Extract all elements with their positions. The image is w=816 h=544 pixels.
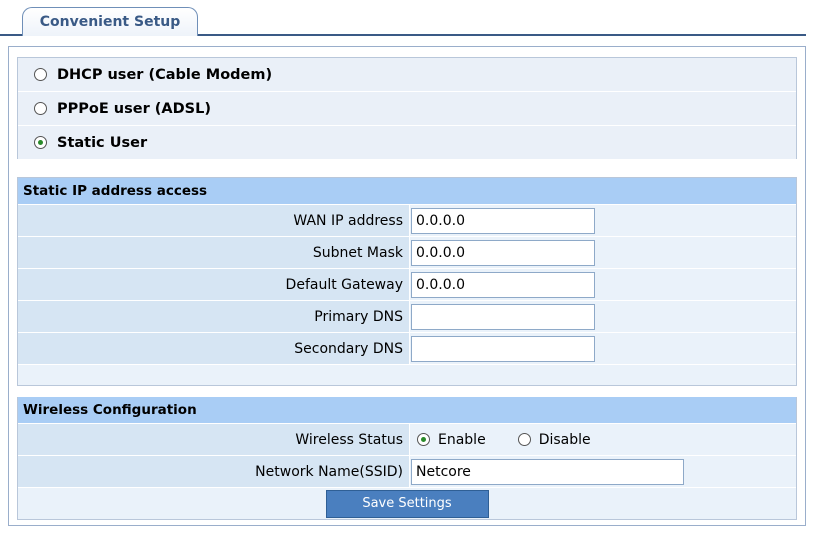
static-ip-section: Static IP address access WAN IP address … [17,177,797,386]
wireless-disable-option[interactable]: Disable [512,432,591,448]
wireless-disable-label: Disable [538,431,591,448]
primary-dns-label: Primary DNS [18,301,410,332]
form-row-primary-dns: Primary DNS [18,301,796,333]
save-settings-button[interactable]: Save Settings [325,489,489,518]
wireless-enable-radio[interactable] [417,433,430,446]
wan-ip-label: WAN IP address [18,205,410,236]
form-row-subnet-mask: Subnet Mask [18,237,796,269]
primary-dns-input[interactable] [411,303,595,330]
static-radio[interactable] [34,136,47,149]
ssid-input[interactable] [411,458,684,485]
connection-mode-group: DHCP user (Cable Modem) PPPoE user (ADSL… [17,57,797,159]
pppoe-label: PPPoE user (ADSL) [57,100,211,117]
wireless-disable-radio[interactable] [517,433,531,446]
wireless-section: Wireless Configuration Wireless Status E… [17,397,797,520]
mode-option-dhcp[interactable]: DHCP user (Cable Modem) [18,58,796,92]
static-ip-header: Static IP address access [18,178,796,205]
form-row-default-gateway: Default Gateway [18,269,796,301]
ssid-label: Network Name(SSID) [18,456,410,487]
static-label: Static User [57,134,148,151]
tab-bar: Convenient Setup [0,0,816,40]
wireless-enable-option[interactable]: Enable [411,432,486,448]
default-gateway-label: Default Gateway [18,269,410,300]
wan-ip-input[interactable] [411,207,595,234]
default-gateway-input[interactable] [411,271,595,298]
tab-label: Convenient Setup [39,14,181,30]
wireless-header: Wireless Configuration [18,397,796,424]
wireless-enable-label: Enable [438,431,486,448]
button-row: Save Settings [18,488,796,519]
form-row-ssid: Network Name(SSID) [18,456,796,488]
tab-convenient-setup[interactable]: Convenient Setup [22,7,198,36]
pppoe-radio[interactable] [34,102,47,115]
wireless-status-label: Wireless Status [18,424,410,455]
subnet-mask-input[interactable] [411,239,595,266]
subnet-mask-label: Subnet Mask [18,237,410,268]
mode-option-static[interactable]: Static User [18,126,796,159]
secondary-dns-label: Secondary DNS [18,333,410,364]
setup-panel: DHCP user (Cable Modem) PPPoE user (ADSL… [8,46,806,526]
form-row-wireless-status: Wireless Status Enable Disable [18,424,796,456]
dhcp-label: DHCP user (Cable Modem) [57,66,273,83]
secondary-dns-input[interactable] [411,335,595,362]
dhcp-radio[interactable] [34,68,47,81]
form-row-secondary-dns: Secondary DNS [18,333,796,365]
mode-option-pppoe[interactable]: PPPoE user (ADSL) [18,92,796,126]
section-spacer [18,365,796,385]
form-row-wan-ip: WAN IP address [18,205,796,237]
